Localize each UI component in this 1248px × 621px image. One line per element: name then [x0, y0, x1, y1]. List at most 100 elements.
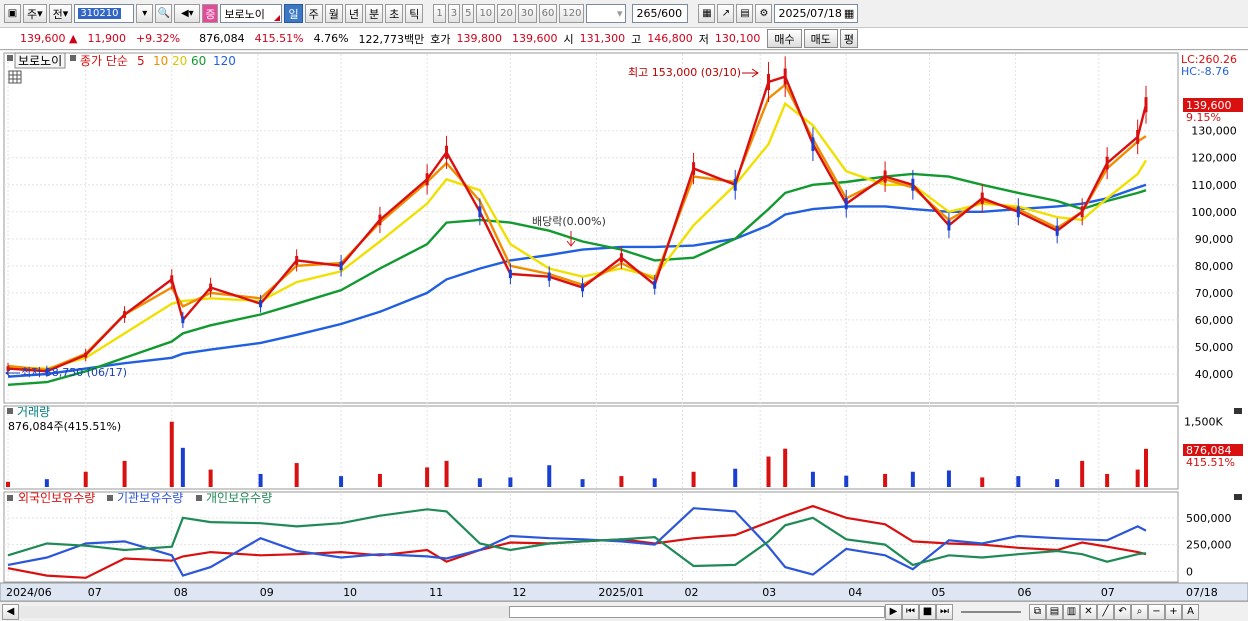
zoom-out-icon[interactable]: − [1148, 603, 1165, 620]
buy-button[interactable]: 매수 [767, 29, 802, 48]
low-label: 저 [698, 32, 709, 46]
legend-marker-icon [7, 495, 13, 501]
zoom-in-icon[interactable]: + [1165, 603, 1182, 620]
scroll-track[interactable] [19, 605, 509, 618]
badge-text: 증 [205, 7, 216, 21]
draw-tool-icon[interactable]: ↗ [717, 4, 735, 23]
minute-option-3[interactable]: 3 [447, 4, 461, 23]
split-icon[interactable]: ▥ [1063, 603, 1080, 620]
undo-icon[interactable]: ↶ [1114, 603, 1131, 620]
holdings-tick-label: 250,000 [1186, 539, 1232, 552]
speed-slider[interactable] [961, 610, 1021, 613]
stock-code-input[interactable]: 310210 [74, 4, 135, 23]
zoom-icon[interactable]: ⌕ [1131, 603, 1148, 620]
open-price: 131,300 [579, 32, 626, 45]
candle-body [692, 162, 696, 175]
turnover-rate: 4.76% [313, 32, 349, 45]
count-value: 265 [636, 7, 658, 20]
stock-name-field[interactable]: 보로노이 [220, 4, 283, 23]
timeframe-year[interactable]: 년 [344, 4, 363, 23]
volume-bar [733, 468, 738, 487]
copy-icon[interactable]: ⧉ [1029, 603, 1046, 620]
volume-bar [619, 476, 624, 487]
vol-pct-tag: 415.51% [1186, 456, 1235, 469]
search-icon[interactable]: 🔍 [155, 4, 173, 23]
rewind-icon[interactable]: ⏮ [902, 603, 919, 620]
minute-option-20[interactable]: 20 [497, 4, 516, 23]
play-icon[interactable]: ▶ [885, 603, 902, 620]
timeframe-minute[interactable]: 분 [364, 4, 384, 23]
bottom-scrollbar[interactable]: ◀ ▶ ⏮ ■ ⏭ ⧉ ▤ ▥ ✕ ╱ ↶ ⌕ − + A [0, 601, 1248, 621]
timeframe-second[interactable]: 초 [385, 4, 404, 23]
speaker-icon[interactable]: ◀▾ [174, 4, 201, 23]
candle-body [1080, 206, 1084, 218]
minute-option-30[interactable]: 30 [517, 4, 537, 23]
legend-ma20: 20 [172, 54, 187, 68]
date-field[interactable]: 2025/07/18 ▦ [774, 4, 859, 23]
timeframe-month[interactable]: 월 [324, 4, 343, 23]
count-field[interactable]: 265/600 [632, 4, 689, 23]
minute-option-5[interactable]: 5 [462, 4, 475, 23]
calendar-icon[interactable]: ▦ [844, 7, 854, 20]
candle-body [619, 253, 623, 263]
price-tick-label: 60,000 [1195, 314, 1234, 327]
candle-body [733, 178, 737, 191]
timeframe-label: 월 [328, 7, 339, 21]
font-icon[interactable]: A [1182, 603, 1199, 620]
save-icon[interactable]: ▤ [736, 4, 754, 23]
minute-label: 5 [465, 8, 472, 19]
period-label: 주 [27, 7, 38, 21]
period-button-week[interactable]: 주 ▾ [23, 4, 47, 23]
candle-body [295, 256, 299, 265]
volume-bar [122, 460, 127, 487]
sell-button[interactable]: 매도 [803, 29, 838, 48]
close-icon[interactable] [1234, 494, 1242, 500]
date-value: 2025/07/18 [778, 7, 842, 20]
table-icon[interactable] [8, 70, 22, 84]
minute-option-60[interactable]: 60 [538, 4, 558, 23]
holdings-indiv-label: 개인보유수량 [206, 491, 272, 505]
candle-body [1105, 156, 1109, 170]
grid-icon[interactable]: ▤ [1046, 603, 1063, 620]
custom-interval-select[interactable]: ▾ [586, 4, 627, 23]
gear-icon[interactable]: ⚙ [755, 4, 773, 23]
timeframe-day[interactable]: 일 [284, 4, 303, 23]
x-tick-label: 11 [429, 586, 443, 599]
minute-option-1[interactable]: 1 [433, 4, 446, 23]
badge: 증 [202, 4, 219, 23]
candle-body [1136, 130, 1140, 144]
volume-value: 876,084 [199, 32, 245, 45]
scroll-thumb[interactable] [509, 605, 885, 618]
price-change-pct: +9.32% [135, 32, 181, 45]
market-button[interactable]: 전 ▾ [48, 4, 73, 23]
stock-name: 보로노이 [224, 7, 265, 21]
x-tick-label: 05 [932, 586, 946, 599]
volume-bar [169, 421, 174, 487]
candle-body [811, 137, 815, 151]
x-tick-label: 2025/01 [598, 586, 644, 599]
timeframe-tick[interactable]: 틱 [405, 4, 424, 23]
chart-area[interactable]: 40,000 50,000 60,000 70,000 80,000 90,000 100,… [0, 51, 1248, 602]
cross-icon[interactable]: ✕ [1080, 603, 1097, 620]
code-dropdown-icon[interactable]: ▾ [136, 4, 154, 23]
volume-bar [980, 477, 985, 487]
line-icon[interactable]: ╱ [1097, 603, 1114, 620]
volume-bar [294, 463, 299, 487]
minute-option-10[interactable]: 10 [476, 4, 496, 23]
volume-bar [339, 476, 344, 487]
minute-option-120[interactable]: 120 [559, 4, 585, 23]
scroll-left-icon[interactable]: ◀ [2, 603, 19, 620]
timeframe-week[interactable]: 주 [304, 4, 323, 23]
eval-button[interactable]: 평 [839, 29, 859, 48]
candle-body [844, 198, 848, 210]
price-tick-label: 130,000 [1191, 125, 1237, 138]
stop-icon[interactable]: ■ [919, 603, 936, 620]
up-arrow-icon: ▲ [69, 32, 78, 45]
layout-icon[interactable]: ▣ [4, 4, 21, 23]
forward-icon[interactable]: ⏭ [936, 603, 953, 620]
legend-ma10: 10 [153, 54, 168, 68]
chart-settings-icon[interactable]: ▦ [698, 4, 716, 23]
close-icon[interactable] [1234, 408, 1242, 414]
x-tick-label: 12 [512, 586, 526, 599]
chart-canvas[interactable]: 40,000 50,000 60,000 70,000 80,000 90,000 100,… [0, 51, 1248, 602]
